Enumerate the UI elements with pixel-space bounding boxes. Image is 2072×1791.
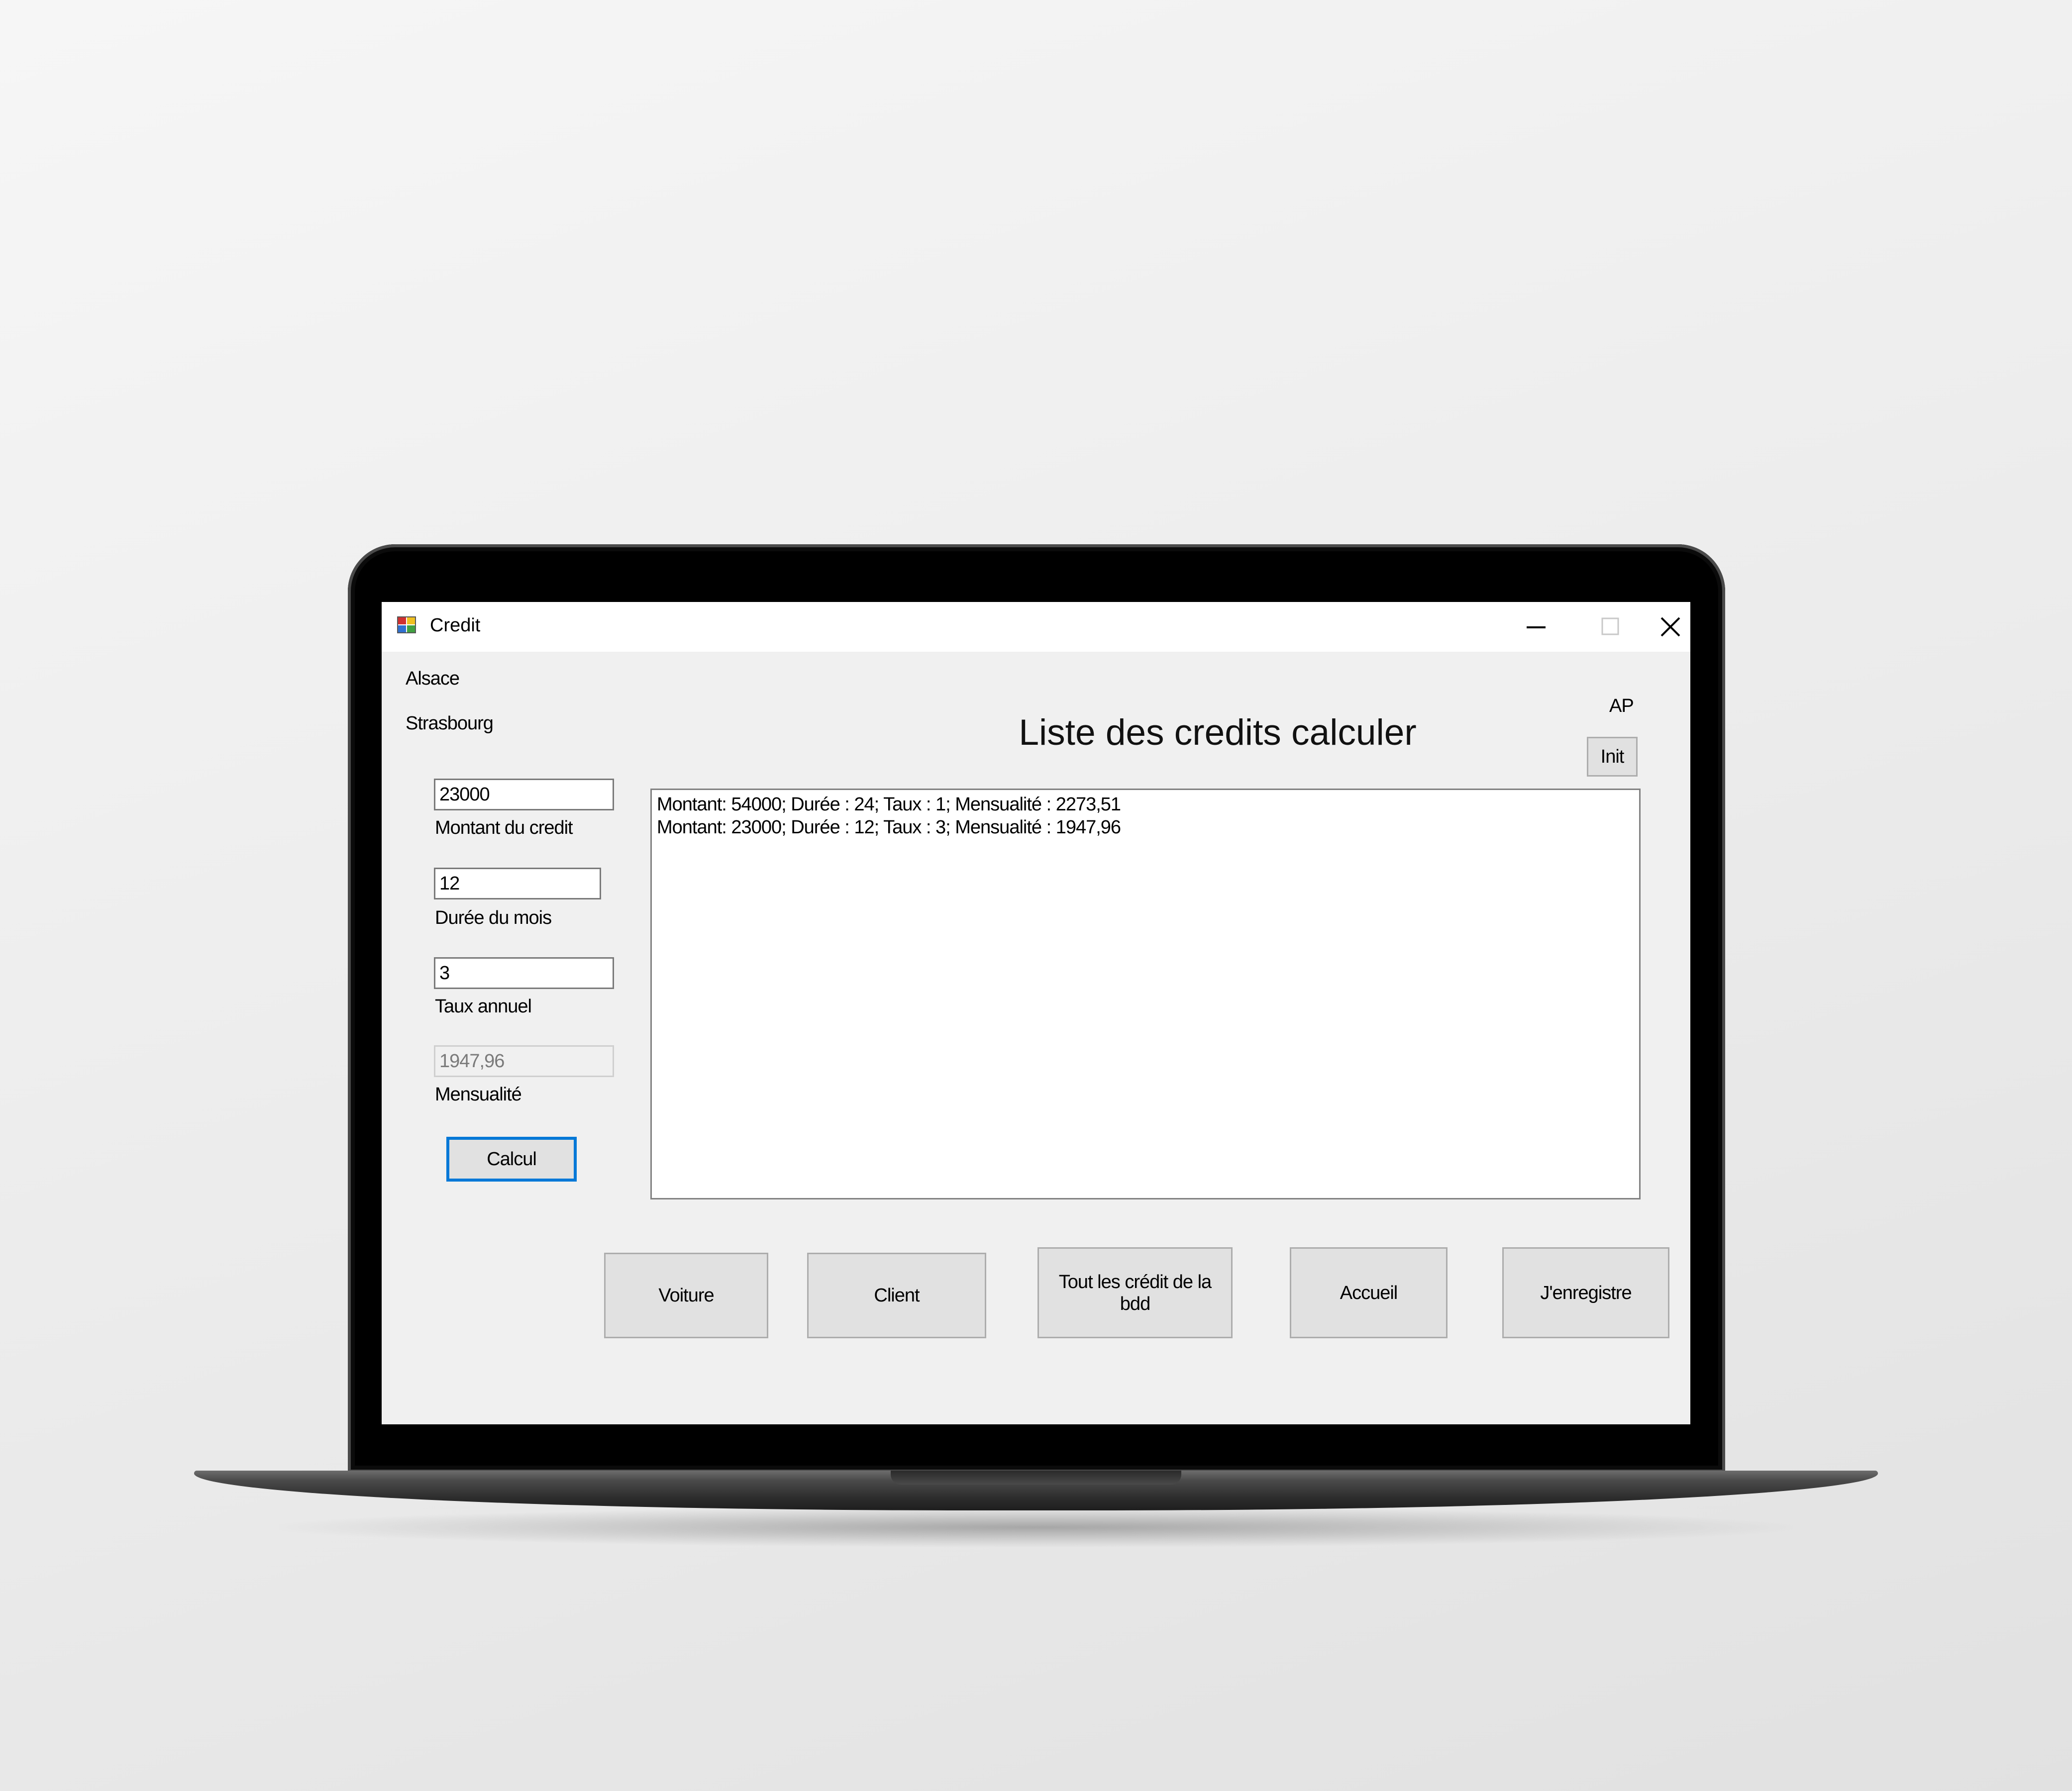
taux-input[interactable]	[434, 957, 614, 989]
app-window-icon	[397, 616, 416, 633]
application-window: Credit Alsace Strasbourg AP Liste des cr…	[382, 602, 1690, 1424]
title-bar: Credit	[382, 602, 1690, 652]
city-label: Strasbourg	[406, 713, 494, 734]
duree-input[interactable]	[434, 868, 601, 899]
list-item[interactable]: Montant: 54000; Durée : 24; Taux : 1; Me…	[657, 793, 1634, 816]
user-initials-label: AP	[1609, 696, 1634, 716]
close-icon	[1660, 617, 1680, 637]
minimize-icon	[1527, 626, 1546, 628]
client-button[interactable]: Client	[807, 1253, 986, 1338]
voiture-button[interactable]: Voiture	[604, 1253, 768, 1338]
close-button[interactable]	[1651, 602, 1690, 652]
minimize-button[interactable]	[1501, 602, 1571, 652]
window-title: Credit	[430, 615, 481, 636]
laptop-shadow	[279, 1507, 1793, 1547]
list-item[interactable]: Montant: 23000; Durée : 12; Taux : 3; Me…	[657, 816, 1634, 839]
init-button[interactable]: Init	[1587, 737, 1638, 777]
page-title: Liste des credits calculer	[1019, 712, 1417, 753]
credit-list[interactable]: Montant: 54000; Durée : 24; Taux : 1; Me…	[650, 789, 1641, 1199]
save-button[interactable]: J'enregistre	[1502, 1247, 1669, 1338]
montant-label: Montant du credit	[435, 817, 573, 838]
all-credits-button[interactable]: Tout les crédit de la bdd	[1037, 1247, 1233, 1338]
region-label: Alsace	[406, 668, 460, 689]
montant-input[interactable]	[434, 779, 614, 810]
maximize-button[interactable]	[1576, 602, 1646, 652]
taux-label: Taux annuel	[435, 996, 532, 1017]
mensualite-output	[434, 1045, 614, 1077]
calcul-button[interactable]: Calcul	[446, 1137, 577, 1182]
laptop-hinge-notch	[891, 1471, 1181, 1485]
duree-label: Durée du mois	[435, 907, 552, 928]
accueil-button[interactable]: Accueil	[1290, 1247, 1448, 1338]
maximize-icon	[1601, 617, 1619, 635]
mensualite-label: Mensualité	[435, 1084, 522, 1105]
